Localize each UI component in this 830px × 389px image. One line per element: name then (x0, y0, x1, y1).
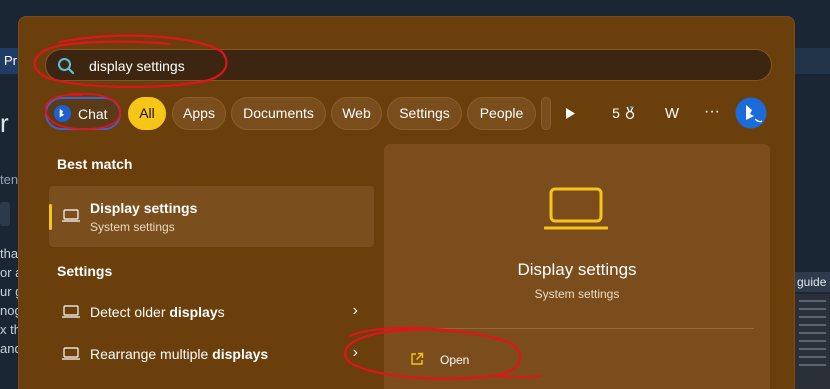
background-subtext: ten (0, 172, 19, 187)
rewards-count: 5 (612, 105, 620, 121)
search-flyout: display settings Chat All Apps Documents… (18, 16, 795, 389)
background-heading: r F (0, 108, 20, 138)
rewards-badge[interactable]: 5 (611, 97, 637, 130)
open-external-icon (411, 352, 424, 365)
more-options-button[interactable]: ··· (701, 97, 723, 130)
laptop-icon (544, 187, 608, 230)
chevron-right-icon[interactable]: › (353, 302, 358, 320)
filter-documents[interactable]: Documents (231, 97, 326, 130)
filter-more-overflow[interactable] (541, 97, 551, 130)
background-line: x thi (0, 322, 20, 337)
filter-all[interactable]: All (128, 97, 166, 130)
chat-label: Chat (78, 106, 108, 122)
detail-pane: Display settings System settings Open (384, 144, 770, 389)
background-line: and (0, 341, 20, 356)
selection-indicator (49, 204, 52, 230)
background-chip (0, 202, 10, 226)
chat-button[interactable]: Chat (45, 97, 121, 130)
background-tab[interactable]: Pr (0, 48, 20, 74)
background-line: or a (0, 265, 20, 280)
detail-title: Display settings (517, 260, 637, 279)
best-match-subtitle: System settings (90, 220, 175, 234)
search-query-text[interactable]: display settings (89, 58, 185, 74)
open-label: Open (440, 353, 470, 367)
background-body-text: that or a ur g nog x thi and (0, 244, 20, 358)
bing-chat-icon (53, 104, 72, 123)
background-line: that (0, 246, 20, 261)
result-label: Detect older displays (90, 304, 225, 320)
best-match-title: Display settings (90, 200, 198, 216)
result-label: Rearrange multiple displays (90, 346, 269, 362)
chevron-right-icon[interactable]: › (353, 344, 358, 362)
filter-settings[interactable]: Settings (387, 97, 462, 130)
account-avatar[interactable]: W (661, 97, 683, 130)
background-line: nog (0, 303, 20, 318)
best-match-result[interactable]: Display settings System settings (49, 186, 374, 247)
background-thumbnail (795, 294, 830, 389)
background-guide-label[interactable]: guide (795, 272, 830, 292)
filter-apps[interactable]: Apps (172, 97, 226, 130)
settings-heading: Settings (57, 263, 113, 279)
laptop-icon (62, 305, 80, 318)
open-button[interactable]: Open (406, 349, 546, 371)
result-rearrange-multiple-displays[interactable]: Rearrange multiple displays › (49, 334, 374, 374)
background-line: ur g (0, 284, 20, 299)
search-input[interactable]: display settings (45, 49, 772, 81)
filter-people[interactable]: People (467, 97, 536, 130)
divider (402, 328, 754, 329)
play-icon[interactable] (564, 107, 576, 120)
rewards-trophy-icon (625, 106, 634, 120)
best-match-heading: Best match (57, 156, 133, 172)
filter-bar: Chat All Apps Documents Web Settings Peo… (45, 97, 772, 131)
bing-icon[interactable] (735, 97, 767, 129)
laptop-icon (62, 347, 80, 360)
detail-subtitle: System settings (534, 287, 620, 301)
result-detect-older-displays[interactable]: Detect older displays › (49, 292, 374, 332)
search-icon (58, 58, 75, 75)
laptop-icon (62, 209, 80, 222)
filter-web[interactable]: Web (331, 97, 382, 130)
